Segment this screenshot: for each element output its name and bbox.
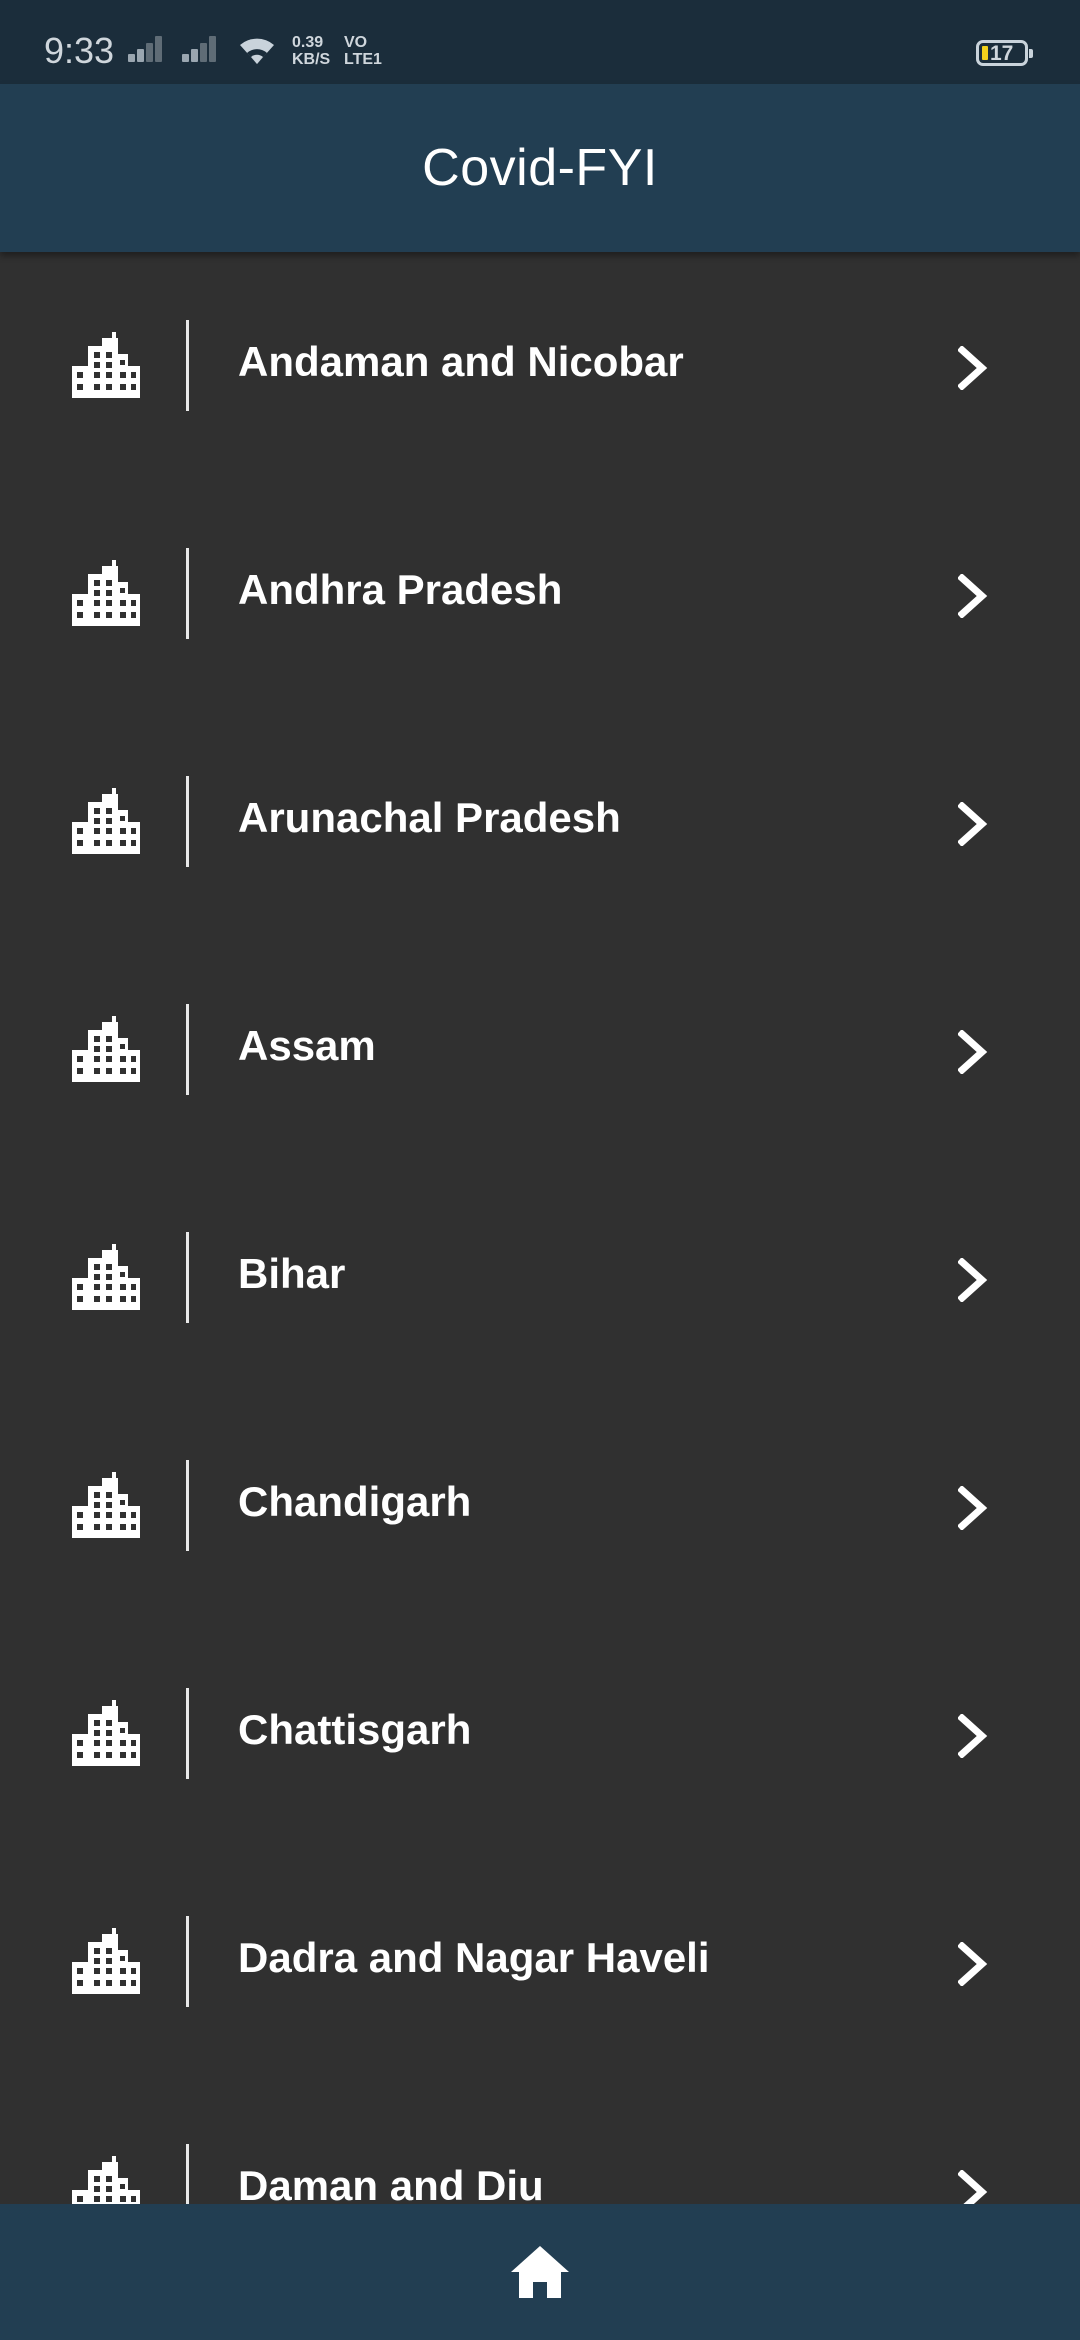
chevron-right-icon[interactable]: [957, 2169, 990, 2204]
state-list[interactable]: Andaman and Nicobar Andhra Pradesh Arunach…: [0, 252, 1080, 2204]
chevron-right-icon[interactable]: [957, 345, 990, 391]
chevron-right-icon[interactable]: [957, 1941, 990, 1987]
state-name: Andhra Pradesh: [238, 566, 563, 613]
app-title: Covid-FYI: [422, 139, 658, 197]
building-icon: [72, 2156, 140, 2204]
building-icon: [72, 1700, 140, 1766]
vertical-divider: [186, 1916, 189, 2007]
network-speed: 0.39 KB/S: [292, 34, 331, 68]
building-icon: [72, 560, 140, 626]
wifi-icon: [240, 38, 274, 64]
battery-icon: 17: [976, 40, 1033, 66]
chevron-right-icon[interactable]: [957, 1257, 990, 1303]
state-name: Assam: [238, 1022, 376, 1069]
vertical-divider: [186, 320, 189, 411]
state-row[interactable]: Andaman and Nicobar: [0, 252, 1080, 480]
vertical-divider: [186, 1688, 189, 1779]
state-name: Bihar: [238, 1250, 346, 1297]
state-name: Andaman and Nicobar: [238, 338, 684, 385]
vertical-divider: [186, 2144, 189, 2204]
vertical-divider: [186, 1004, 189, 1095]
status-bar: 9:33 0.39 KB/S VO LTE1 17: [0, 0, 1080, 84]
state-row[interactable]: Bihar: [0, 1164, 1080, 1392]
status-time: 9:33: [44, 30, 115, 71]
state-row[interactable]: Dadra and Nagar Haveli: [0, 1848, 1080, 2076]
building-icon: [72, 332, 140, 398]
chevron-right-icon[interactable]: [957, 1029, 990, 1075]
signal-strength-2-icon: [182, 36, 216, 62]
building-icon: [72, 788, 140, 854]
state-name: Chandigarh: [238, 1478, 472, 1525]
building-icon: [72, 1016, 140, 1082]
vertical-divider: [186, 548, 189, 639]
chevron-right-icon[interactable]: [957, 1485, 990, 1531]
chevron-right-icon[interactable]: [957, 573, 990, 619]
building-icon: [72, 1244, 140, 1310]
state-row[interactable]: Arunachal Pradesh: [0, 708, 1080, 936]
bottom-navigation-bar: [0, 2204, 1080, 2340]
battery-level: 17: [990, 42, 1014, 65]
state-name: Dadra and Nagar Haveli: [238, 1934, 710, 1981]
state-name: Daman and Diu: [238, 2162, 544, 2204]
battery-fill: [982, 46, 988, 60]
signal-strength-icon: [128, 36, 162, 62]
state-name: Chattisgarh: [238, 1706, 472, 1753]
vertical-divider: [186, 1232, 189, 1323]
app-bar: Covid-FYI: [0, 84, 1080, 252]
vertical-divider: [186, 776, 189, 867]
state-row[interactable]: Chandigarh: [0, 1392, 1080, 1620]
state-row[interactable]: Daman and Diu: [0, 2076, 1080, 2204]
state-row[interactable]: Chattisgarh: [0, 1620, 1080, 1848]
chevron-right-icon[interactable]: [957, 801, 990, 847]
state-row[interactable]: Andhra Pradesh: [0, 480, 1080, 708]
state-row[interactable]: Assam: [0, 936, 1080, 1164]
volte-indicator: VO LTE1: [344, 34, 382, 68]
home-icon[interactable]: [509, 2244, 571, 2300]
chevron-right-icon[interactable]: [957, 1713, 990, 1759]
building-icon: [72, 1472, 140, 1538]
state-name: Arunachal Pradesh: [238, 794, 621, 841]
vertical-divider: [186, 1460, 189, 1551]
building-icon: [72, 1928, 140, 1994]
